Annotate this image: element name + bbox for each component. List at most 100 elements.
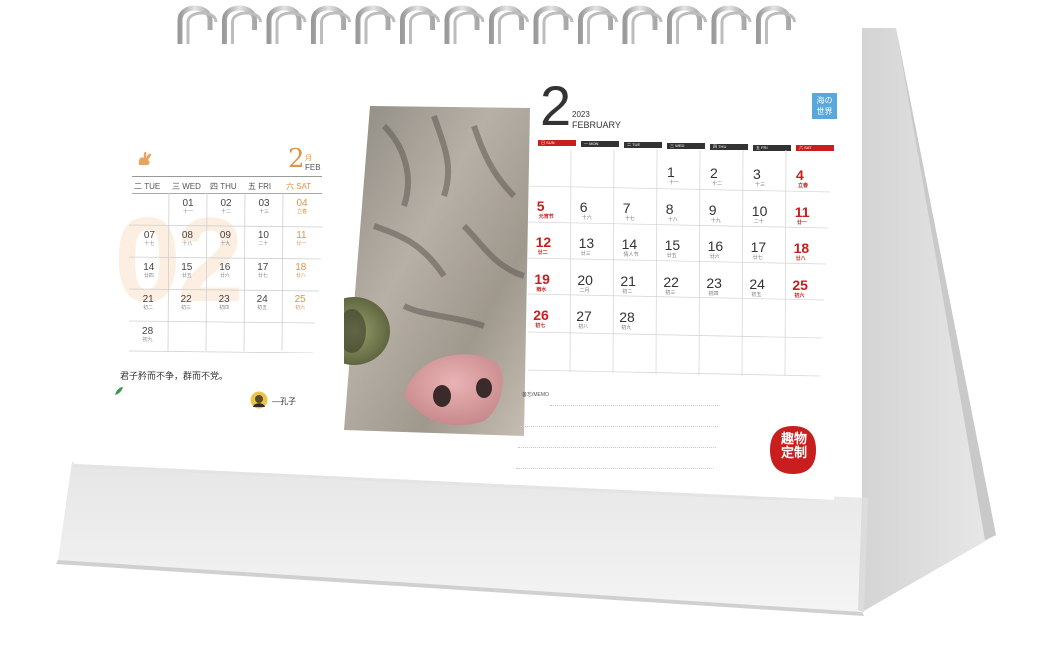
right-day-cell: 19 雨水 xyxy=(534,270,574,294)
day-number: 22 xyxy=(663,273,679,290)
left-weekday-label: 四 THU xyxy=(210,182,237,191)
lunar-date: 廿七 xyxy=(752,255,763,261)
day-number: 24 xyxy=(749,275,765,292)
seal-line-2: 定制 xyxy=(780,445,807,460)
lunar-date: 初四 xyxy=(708,290,719,297)
right-month-number: 2 xyxy=(540,74,572,137)
left-day-cell: 11 廿一 xyxy=(283,230,319,248)
right-day-cell: 9 十九 xyxy=(709,202,749,225)
lunar-date: 二十 xyxy=(258,241,269,247)
lunar-date: 十三 xyxy=(258,209,269,215)
right-day-cell: 13 廿三 xyxy=(579,236,619,258)
day-number: 09 xyxy=(219,230,231,241)
quote-author: —孔子 xyxy=(272,397,296,406)
lunar-date: 十一 xyxy=(669,180,680,186)
day-number: 04 xyxy=(296,198,308,209)
memo-line xyxy=(550,405,720,406)
lunar-date: 初八 xyxy=(578,324,589,330)
left-weekday-label: 二 TUE xyxy=(134,182,161,191)
lunar-date: 廿二 xyxy=(537,250,548,256)
lunar-date: 十七 xyxy=(624,215,635,222)
right-month-name: FEBRUARY xyxy=(572,120,621,130)
day-number: 14 xyxy=(143,262,155,273)
lunar-date: 初三 xyxy=(665,289,676,296)
avatar-confucius xyxy=(250,391,268,409)
calendar-page: 2 月 FEB 02 二 TUE 三 WED 四 THU 五 FRI 六 SAT 01 十… xyxy=(74,0,868,500)
left-day-cell: 25 初六 xyxy=(282,294,318,312)
day-number: 21 xyxy=(620,272,636,289)
lunar-date: 廿八 xyxy=(795,256,806,262)
left-day-cell: 10 二十 xyxy=(245,230,281,248)
left-header-divider xyxy=(132,176,322,177)
lunar-date: 廿六 xyxy=(219,273,230,279)
right-day-cell: 27 初八 xyxy=(576,309,616,331)
day-number: 18 xyxy=(793,240,810,256)
stamp-bottom: 世界 xyxy=(816,107,833,116)
memo-line xyxy=(518,447,716,448)
day-number: 07 xyxy=(143,230,155,241)
left-weekday-label: 六 SAT xyxy=(286,182,312,191)
right-day-cell: 20 二月 xyxy=(577,272,617,295)
right-day-cell: 15 廿五 xyxy=(665,238,705,260)
right-day-cell: 24 初五 xyxy=(749,275,789,299)
lunar-date: 廿六 xyxy=(709,254,720,260)
memo-label: 备忘/MEMO xyxy=(522,392,549,398)
day-number: 25 xyxy=(792,276,808,293)
left-day-cell: 28 初九 xyxy=(130,326,166,344)
left-month-abbr: FEB xyxy=(305,163,321,172)
day-number: 1 xyxy=(667,164,675,180)
lunar-date: 立春 xyxy=(296,209,307,215)
lunar-date: 初五 xyxy=(751,291,762,298)
right-weekday-label: 三 WED xyxy=(667,142,705,149)
lunar-date: 初九 xyxy=(142,337,153,343)
right-day-cell: 28 初九 xyxy=(619,310,659,332)
lunar-date: 廿七 xyxy=(257,273,268,279)
right-day-cell: 23 初四 xyxy=(706,274,746,298)
lunar-date: 初四 xyxy=(219,305,230,311)
day-number: 23 xyxy=(706,274,722,291)
day-number: 21 xyxy=(142,294,154,305)
day-number: 8 xyxy=(665,200,674,217)
lunar-date: 廿五 xyxy=(181,273,192,279)
right-day-cell: 12 廿二 xyxy=(536,235,576,257)
left-day-cell: 08 十八 xyxy=(169,230,205,248)
lunar-date: 立春 xyxy=(798,183,809,189)
lunar-date: 初六 xyxy=(794,292,805,299)
left-day-cell: 09 十九 xyxy=(207,230,243,248)
lunar-date: 廿八 xyxy=(295,273,306,279)
day-number: 11 xyxy=(296,230,307,241)
day-number: 28 xyxy=(619,309,635,325)
quote-text: 君子矜而不争，群而不党。 xyxy=(120,372,229,382)
day-number: 15 xyxy=(664,237,681,253)
right-day-cell: 21 初二 xyxy=(620,272,660,296)
ocean-world-stamp: 海の 世界 xyxy=(812,93,837,119)
day-number: 19 xyxy=(534,270,550,287)
day-number: 11 xyxy=(794,203,810,220)
stamp-top: 海の xyxy=(816,96,833,105)
lunar-date: 廿一 xyxy=(296,241,307,247)
lunar-date: 初三 xyxy=(181,305,192,311)
right-day-cell: 6 十六 xyxy=(580,199,620,222)
day-number: 12 xyxy=(535,234,552,250)
rabbit-icon xyxy=(138,151,152,165)
left-day-cell: 04 立春 xyxy=(284,198,320,216)
memo-line xyxy=(520,426,718,427)
lunar-date: 十九 xyxy=(220,241,231,247)
lunar-date: 廿三 xyxy=(580,251,591,257)
calendar-scene: 2 月 FEB 02 二 TUE 三 WED 四 THU 五 FRI 六 SAT 01 十… xyxy=(0,0,1042,667)
day-number: 2 xyxy=(710,165,718,181)
right-weekday-label: 四 THU xyxy=(710,143,748,150)
day-number: 13 xyxy=(578,235,595,251)
memo-line xyxy=(516,468,714,469)
lunar-date: 十三 xyxy=(755,182,766,188)
left-day-cell: 17 廿七 xyxy=(245,262,281,280)
day-number: 08 xyxy=(181,230,193,241)
right-day-cell: 3 十三 xyxy=(753,167,793,189)
day-number: 3 xyxy=(753,166,761,182)
left-day-cell: 24 初五 xyxy=(244,294,280,312)
left-day-cell: 01 十一 xyxy=(170,198,206,216)
cat-photo xyxy=(344,106,530,436)
lunar-date: 二月 xyxy=(579,287,590,294)
right-day-cell: 2 十二 xyxy=(710,166,750,188)
right-day-cell: 5 元宵节 xyxy=(537,198,577,221)
